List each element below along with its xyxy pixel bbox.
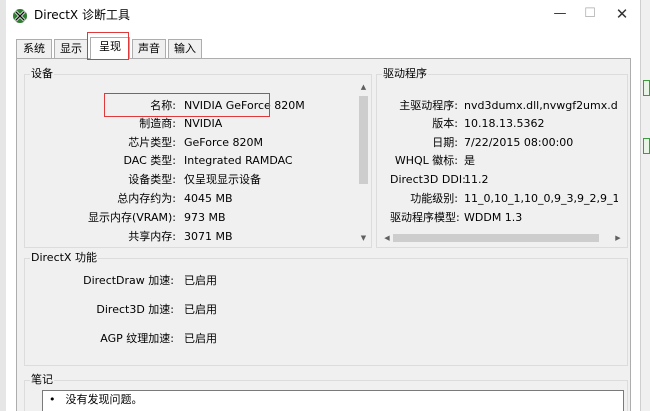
scroll-right-arrow-icon[interactable]: ▶ bbox=[612, 232, 624, 244]
device-row-dac-type: DAC 类型: Integrated RAMDAC bbox=[18, 153, 350, 169]
device-group-title: 设备 bbox=[30, 67, 54, 81]
device-name-highlight-box bbox=[104, 93, 270, 117]
driver-label: 主驱动程序: bbox=[399, 100, 458, 112]
device-label: 共享内存: bbox=[128, 230, 176, 243]
driver-value: 11.2 bbox=[464, 173, 489, 186]
device-label: 设备类型: bbox=[128, 173, 176, 186]
driver-label: Direct3D DDI: bbox=[390, 173, 466, 186]
minimize-icon[interactable]: — bbox=[548, 4, 572, 24]
device-value: 4045 MB bbox=[184, 192, 233, 205]
driver-row-d3d-ddi: Direct3D DDI: 11.2 bbox=[390, 172, 618, 188]
device-value: GeForce 820M bbox=[184, 136, 264, 149]
driver-value: WDDM 1.3 bbox=[464, 211, 523, 224]
feature-value: 已启用 bbox=[184, 332, 217, 345]
device-row-vram: 显示内存(VRAM): 973 MB bbox=[18, 210, 350, 226]
drivers-horizontal-scrollbar[interactable]: ◀ ▶ bbox=[381, 232, 624, 244]
device-label: DAC 类型: bbox=[123, 154, 177, 167]
driver-label: 版本: bbox=[432, 117, 458, 130]
device-row-manufacturer: 制造商: NVIDIA bbox=[18, 116, 350, 132]
feature-row-directdraw: DirectDraw 加速: 已启用 bbox=[6, 273, 266, 289]
tab-system[interactable]: 系统 bbox=[16, 39, 52, 58]
feature-value: 已启用 bbox=[184, 274, 217, 287]
driver-label: 功能级别: bbox=[410, 192, 458, 205]
device-vertical-scrollbar[interactable]: ▲ ▼ bbox=[358, 82, 369, 244]
feature-row-direct3d: Direct3D 加速: 已启用 bbox=[6, 302, 266, 318]
feature-label: Direct3D 加速: bbox=[96, 303, 174, 316]
title-bar[interactable]: DirectX 诊断工具 — ☐ ✕ bbox=[6, 0, 640, 30]
device-row-device-type: 设备类型: 仅呈现显示设备 bbox=[18, 172, 350, 188]
device-value: 3071 MB bbox=[184, 230, 233, 243]
scroll-up-arrow-icon[interactable]: ▲ bbox=[358, 82, 369, 93]
tab-sound[interactable]: 声音 bbox=[132, 39, 166, 58]
window-title: DirectX 诊断工具 bbox=[34, 8, 130, 22]
feature-row-agp: AGP 纹理加速: 已启用 bbox=[6, 331, 266, 347]
close-icon[interactable]: ✕ bbox=[610, 4, 634, 24]
driver-value: 7/22/2015 08:00:00 bbox=[464, 136, 574, 149]
driver-label: WHQL 徽标: bbox=[394, 154, 458, 167]
device-value: 973 MB bbox=[184, 211, 226, 224]
directx-diagnostic-window: DirectX 诊断工具 — ☐ ✕ 系统 显示 呈现 声音 输入 设备 名称:… bbox=[6, 0, 640, 411]
notes-textbox[interactable]: • 没有发现问题。 bbox=[42, 390, 624, 411]
driver-row-date: 日期: 7/22/2015 08:00:00 bbox=[390, 135, 618, 151]
device-label: 总内存约为: bbox=[117, 192, 176, 205]
maximize-icon[interactable]: ☐ bbox=[578, 4, 602, 24]
background-indicator bbox=[643, 80, 650, 96]
scrollbar-thumb[interactable] bbox=[359, 96, 368, 184]
driver-row-main: 主驱动程序: nvd3dumx.dll,nvwgf2umx.dll,nvwgf2… bbox=[390, 100, 618, 114]
device-value: 仅呈现显示设备 bbox=[184, 173, 261, 186]
device-label: 芯片类型: bbox=[128, 136, 176, 149]
bullet-icon: • bbox=[49, 393, 56, 406]
scroll-left-arrow-icon[interactable]: ◀ bbox=[381, 232, 393, 244]
driver-value: 是 bbox=[464, 154, 475, 167]
driver-row-feature-levels: 功能级别: 11_0,10_1,10_0,9_3,9_2,9_1 bbox=[390, 191, 618, 207]
driver-value: 11_0,10_1,10_0,9_3,9_2,9_1 bbox=[464, 192, 618, 205]
device-value: NVIDIA bbox=[184, 117, 223, 130]
active-tab-highlight-box bbox=[87, 32, 129, 60]
driver-row-whql: WHQL 徽标: 是 bbox=[390, 153, 618, 169]
background-window-edge-right bbox=[640, 0, 650, 411]
scrollbar-thumb[interactable] bbox=[393, 234, 599, 242]
scroll-down-arrow-icon[interactable]: ▼ bbox=[358, 233, 369, 244]
feature-value: 已启用 bbox=[184, 303, 217, 316]
device-label: 制造商: bbox=[139, 117, 176, 130]
device-row-shared-memory: 共享内存: 3071 MB bbox=[18, 229, 350, 244]
feature-label: DirectDraw 加速: bbox=[83, 274, 174, 287]
tab-display[interactable]: 显示 bbox=[54, 39, 88, 58]
device-label: 显示内存(VRAM): bbox=[87, 211, 176, 224]
device-value: Integrated RAMDAC bbox=[184, 154, 293, 167]
driver-value: 10.18.13.5362 bbox=[464, 117, 545, 130]
directx-app-icon bbox=[13, 9, 27, 23]
device-row-chip-type: 芯片类型: GeForce 820M bbox=[18, 135, 350, 151]
driver-row-version: 版本: 10.18.13.5362 bbox=[390, 116, 618, 132]
drivers-group-title: 驱动程序 bbox=[382, 67, 428, 81]
directx-features-group-title: DirectX 功能 bbox=[30, 251, 98, 265]
background-indicator bbox=[643, 138, 650, 154]
drivers-info-list[interactable]: 主驱动程序: nvd3dumx.dll,nvwgf2umx.dll,nvwgf2… bbox=[390, 100, 618, 226]
driver-value: nvd3dumx.dll,nvwgf2umx.dll,nvwgf2u bbox=[464, 100, 618, 112]
notes-group-title: 笔记 bbox=[30, 373, 54, 387]
driver-row-driver-model: 驱动程序模型: WDDM 1.3 bbox=[390, 210, 618, 226]
feature-label: AGP 纹理加速: bbox=[100, 332, 174, 345]
driver-label: 日期: bbox=[432, 136, 458, 149]
tab-input[interactable]: 输入 bbox=[168, 39, 202, 58]
note-text: 没有发现问题。 bbox=[65, 393, 143, 406]
driver-label: 驱动程序模型: bbox=[390, 211, 460, 224]
device-row-total-memory: 总内存约为: 4045 MB bbox=[18, 191, 350, 207]
note-item: • 没有发现问题。 bbox=[49, 393, 143, 407]
